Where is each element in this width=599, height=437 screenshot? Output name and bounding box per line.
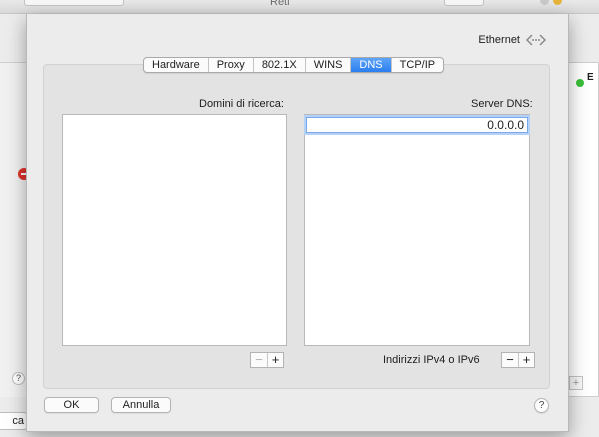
minimize-window-control[interactable] [553, 0, 562, 5]
parent-help-icon[interactable]: ? [12, 372, 25, 385]
tab-proxy[interactable]: Proxy [207, 58, 253, 72]
parent-window-title: Reti [270, 0, 290, 8]
add-dns-server-button[interactable]: + [518, 353, 534, 367]
dns-servers-list[interactable]: 0.0.0.0 [304, 114, 530, 346]
tab-dns[interactable]: DNS [350, 58, 391, 72]
ok-button[interactable]: OK [44, 397, 99, 413]
interface-header: Ethernet [478, 33, 548, 47]
tab-wins[interactable]: WINS [304, 58, 351, 72]
dns-server-entry[interactable]: 0.0.0.0 [306, 117, 528, 133]
tab-hardware[interactable]: Hardware [144, 58, 208, 72]
parent-toolbar-button[interactable] [24, 0, 124, 6]
connected-status-dot [576, 79, 584, 87]
search-domains-label: Domini di ricerca: [199, 98, 284, 110]
parent-add-service-button[interactable]: + [569, 376, 583, 390]
window-controls [540, 0, 562, 5]
tab-8021x[interactable]: 802.1X [252, 58, 305, 72]
dns-settings-sheet: Ethernet Hardware Proxy 802.1X WINS DNS … [26, 14, 569, 432]
search-domains-list[interactable] [62, 114, 287, 346]
dns-servers-add-remove: − + [501, 352, 535, 368]
dns-address-hint: Indirizzi IPv4 o IPv6 [383, 354, 480, 366]
search-domains-add-remove: − + [250, 352, 284, 368]
interface-name: Ethernet [478, 34, 520, 46]
remove-search-domain-button[interactable]: − [251, 353, 267, 367]
parent-partial-button[interactable]: ca [0, 412, 28, 430]
parent-titlebar: Reti [0, 0, 599, 14]
add-search-domain-button[interactable]: + [267, 353, 283, 367]
tab-tcpip[interactable]: TCP/IP [390, 58, 443, 72]
window-control[interactable] [540, 0, 549, 5]
parent-left-panel [0, 62, 27, 397]
dns-servers-label: Server DNS: [471, 98, 533, 110]
help-icon[interactable]: ? [534, 398, 549, 413]
ethernet-arrows-icon [525, 34, 547, 46]
remove-dns-server-button[interactable]: − [502, 353, 518, 367]
settings-tabs: Hardware Proxy 802.1X WINS DNS TCP/IP [143, 57, 445, 73]
service-name-fragment: E [587, 72, 594, 83]
cancel-button[interactable]: Annulla [111, 397, 171, 413]
parent-toolbar-button[interactable] [444, 0, 484, 6]
